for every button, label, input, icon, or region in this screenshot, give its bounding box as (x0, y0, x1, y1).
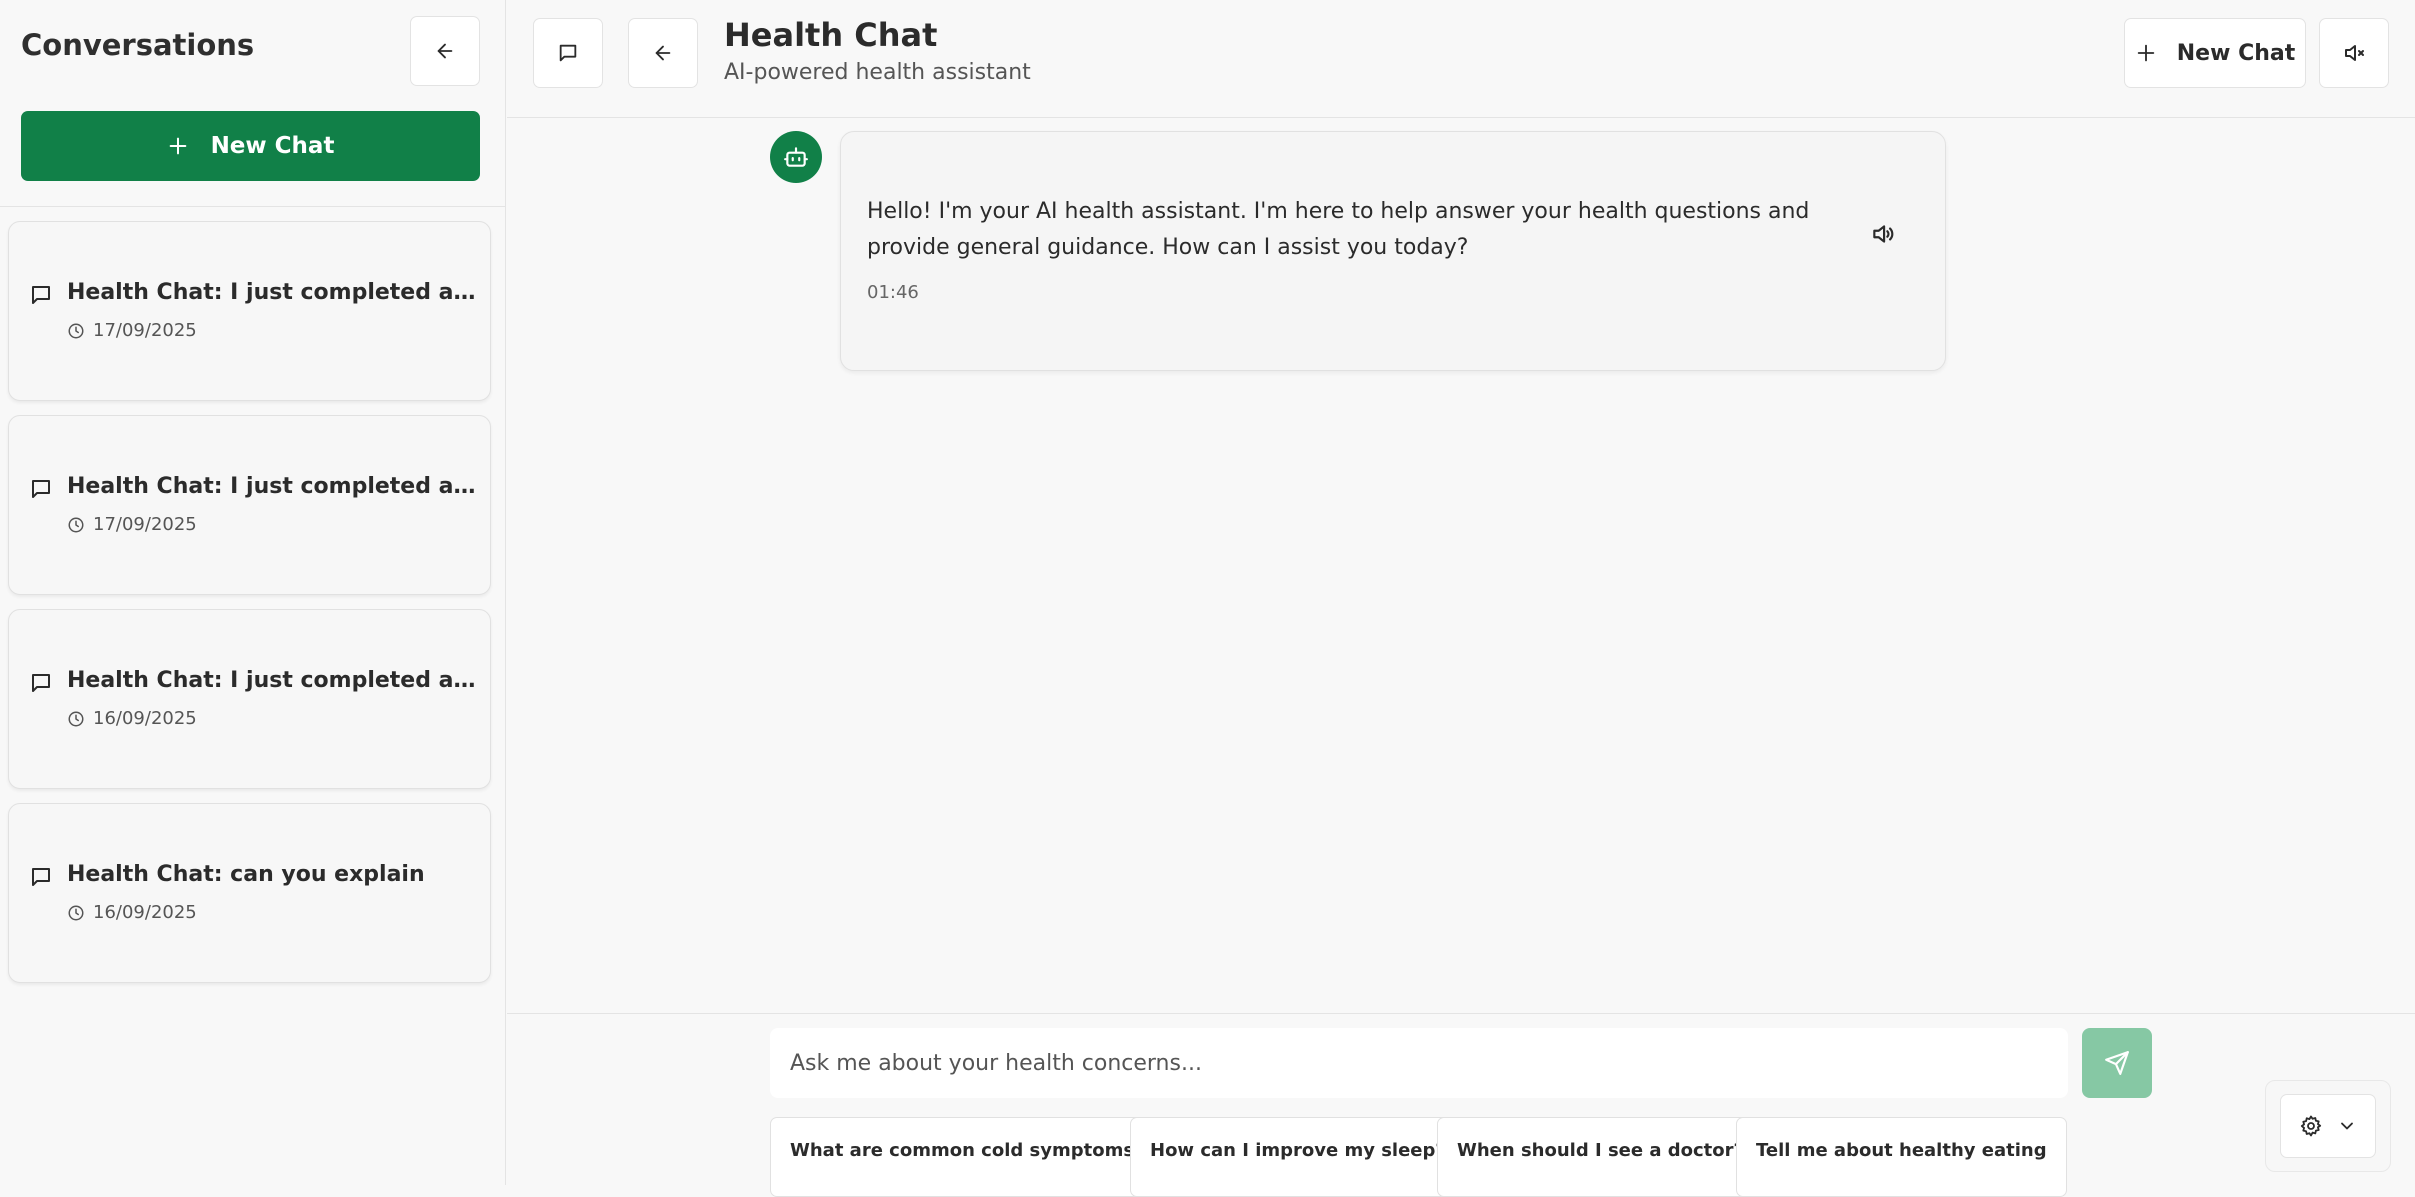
conversation-item[interactable]: Health Chat: I just completed a skin a..… (8, 221, 491, 401)
conversation-date-row: 17/09/2025 (67, 320, 197, 341)
suggestion-chip[interactable]: When should I see a doctor? (1437, 1117, 1764, 1197)
page-title: Health Chat (724, 16, 938, 54)
bot-avatar (770, 131, 822, 183)
conversation-title: Health Chat: I just completed a voice ..… (67, 668, 477, 693)
conversation-date-row: 17/09/2025 (67, 514, 197, 535)
arrow-left-icon (434, 40, 456, 62)
plus-icon (2135, 42, 2157, 64)
send-icon (2104, 1050, 2130, 1076)
chevron-down-icon (2337, 1116, 2357, 1136)
clock-icon (67, 322, 85, 340)
volume-icon (1870, 221, 1896, 247)
message-input[interactable] (770, 1028, 2068, 1098)
conversation-date: 17/09/2025 (93, 514, 197, 535)
header-new-chat-label: New Chat (2176, 40, 2296, 66)
mute-button[interactable] (2319, 18, 2389, 88)
suggestion-chip[interactable]: How can I improve my sleep? (1130, 1117, 1466, 1197)
clock-icon (67, 516, 85, 534)
page-subtitle: AI-powered health assistant (724, 60, 1031, 85)
gear-icon (2299, 1114, 2323, 1138)
conversation-title: Health Chat: can you explain (67, 862, 425, 887)
message-square-icon (29, 671, 53, 695)
message-square-icon (29, 477, 53, 501)
conversation-date: 16/09/2025 (93, 902, 197, 923)
settings-dropdown-button[interactable] (2280, 1094, 2376, 1158)
conversation-title: Health Chat: I just completed a skin a..… (67, 280, 477, 305)
message-square-icon (29, 283, 53, 307)
sidebar-title: Conversations (21, 28, 255, 62)
conversation-date-row: 16/09/2025 (67, 708, 197, 729)
new-chat-label: New Chat (210, 133, 335, 159)
conversation-date: 16/09/2025 (93, 708, 197, 729)
message-timestamp: 01:46 (867, 282, 919, 303)
clock-icon (67, 710, 85, 728)
suggestion-chip[interactable]: Tell me about healthy eating (1736, 1117, 2067, 1197)
collapse-sidebar-button[interactable] (410, 16, 480, 86)
send-button[interactable] (2082, 1028, 2152, 1098)
header-new-chat-button[interactable]: New Chat (2124, 18, 2306, 88)
conversation-date: 17/09/2025 (93, 320, 197, 341)
conversation-item[interactable]: Health Chat: I just completed a skin a..… (8, 415, 491, 595)
assistant-message: Hello! I'm your AI health assistant. I'm… (840, 131, 1946, 371)
read-aloud-button[interactable] (1865, 216, 1901, 252)
clock-icon (67, 904, 85, 922)
toggle-conversations-button[interactable] (533, 18, 603, 88)
message-text: Hello! I'm your AI health assistant. I'm… (867, 199, 1810, 260)
conversation-item[interactable]: Health Chat: I just completed a voice ..… (8, 609, 491, 789)
conversation-item[interactable]: Health Chat: can you explain 16/09/2025 (8, 803, 491, 983)
conversation-title: Health Chat: I just completed a skin a..… (67, 474, 477, 499)
arrow-left-icon (652, 42, 674, 64)
message-square-icon (29, 865, 53, 889)
conversation-date-row: 16/09/2025 (67, 902, 197, 923)
message-square-icon (557, 42, 579, 64)
back-button[interactable] (628, 18, 698, 88)
volume-x-icon (2342, 41, 2366, 65)
bot-icon (783, 144, 809, 170)
plus-icon (167, 135, 189, 157)
suggestion-chip[interactable]: What are common cold symptoms? (770, 1117, 1165, 1197)
new-chat-button[interactable]: New Chat (21, 111, 480, 181)
